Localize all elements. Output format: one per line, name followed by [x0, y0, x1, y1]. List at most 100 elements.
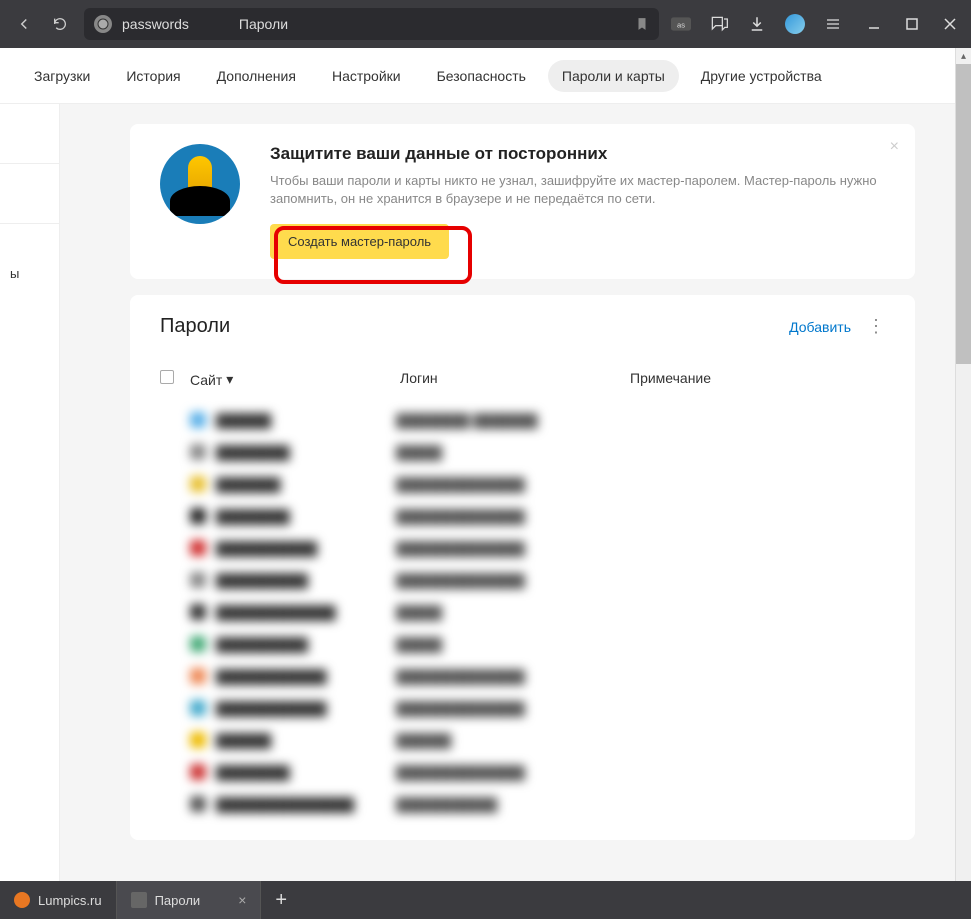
passwords-columns-header: Сайт ▾ Логин Примечание [160, 362, 885, 404]
site-favicon-icon [190, 444, 206, 460]
browser-toolbar: passwords Пароли as [0, 0, 971, 48]
row-site: ████████ [216, 765, 396, 780]
row-site: ██████████ [216, 637, 396, 652]
feedback-icon[interactable] [709, 14, 729, 34]
address-bar[interactable]: passwords Пароли [84, 8, 659, 40]
row-login: ████████ ███████ [396, 413, 626, 428]
row-login: ██████████████ [396, 477, 626, 492]
tab-close-icon[interactable]: × [238, 892, 246, 908]
minimize-button[interactable] [865, 18, 883, 30]
tab-label: Пароли [155, 893, 201, 908]
address-page-title: Пароли [239, 16, 288, 32]
password-row[interactable]: ████████ █████ [160, 436, 885, 468]
password-row[interactable]: ██████ ██████ [160, 724, 885, 756]
site-favicon-icon [190, 764, 206, 780]
svg-text:as: as [677, 20, 685, 29]
site-favicon-icon [190, 540, 206, 556]
tab-label: Lumpics.ru [38, 893, 102, 908]
row-login: ██████████████ [396, 509, 626, 524]
row-login: █████ [396, 637, 626, 652]
row-site: ███████████ [216, 541, 396, 556]
site-favicon-icon [190, 636, 206, 652]
master-password-promo: Защитите ваши данные от посторонних Чтоб… [130, 124, 915, 279]
create-master-password-button[interactable]: Создать мастер-пароль [270, 224, 449, 259]
nav-tab[interactable]: Дополнения [203, 60, 310, 92]
column-site-label: Сайт [190, 372, 222, 388]
row-site: ██████ [216, 413, 396, 428]
browser-tab-passwords[interactable]: Пароли × [117, 881, 262, 919]
promo-title: Защитите ваши данные от посторонних [270, 144, 885, 164]
password-row[interactable]: ███████ ██████████████ [160, 468, 885, 500]
menu-icon[interactable] [823, 14, 843, 34]
sidebar-item[interactable] [0, 104, 59, 164]
row-login: ██████████████ [396, 669, 626, 684]
password-row[interactable]: ██████ ████████ ███████ [160, 404, 885, 436]
row-login: █████ [396, 605, 626, 620]
password-row[interactable]: ████████████ ██████████████ [160, 692, 885, 724]
row-site: █████████████ [216, 605, 396, 620]
row-login: ███████████ [396, 797, 626, 812]
site-favicon-icon [190, 476, 206, 492]
promo-illustration-icon [160, 144, 240, 224]
row-login: ██████████████ [396, 573, 626, 588]
address-text: passwords [122, 16, 189, 32]
toolbar-icons: as [671, 14, 843, 34]
passwords-title: Пароли [160, 315, 789, 338]
column-site[interactable]: Сайт ▾ [190, 370, 400, 389]
promo-close-icon[interactable]: × [890, 138, 899, 156]
password-row[interactable]: ███████████ ██████████████ [160, 532, 885, 564]
scrollbar-thumb[interactable] [956, 64, 971, 364]
lastfm-icon[interactable]: as [671, 14, 691, 34]
site-favicon-icon [190, 572, 206, 588]
password-row[interactable]: ████████████ ██████████████ [160, 660, 885, 692]
row-site: ████████████ [216, 669, 396, 684]
column-login[interactable]: Логин [400, 370, 630, 389]
download-icon[interactable] [747, 14, 767, 34]
vertical-scrollbar[interactable]: ▴ [955, 48, 971, 881]
maximize-button[interactable] [903, 18, 921, 30]
sidebar-item[interactable] [0, 164, 59, 224]
passwords-rows: ██████ ████████ ███████ ████████ █████ █… [160, 404, 885, 820]
scroll-up-icon[interactable]: ▴ [956, 48, 971, 64]
add-password-button[interactable]: Добавить [789, 319, 851, 335]
nav-tab[interactable]: Безопасность [423, 60, 540, 92]
select-all-checkbox[interactable] [160, 370, 174, 384]
reload-button[interactable] [48, 12, 72, 36]
password-row[interactable]: ████████ ██████████████ [160, 500, 885, 532]
favicon-icon [131, 892, 147, 908]
close-button[interactable] [941, 18, 959, 30]
sidebar-item-partial[interactable]: ы [0, 254, 59, 293]
settings-nav-tabs: ЗагрузкиИстория ДополненияНастройкиБезопа… [0, 48, 955, 104]
nav-tab[interactable]: Загрузки [20, 60, 104, 92]
new-tab-button[interactable]: + [261, 889, 301, 912]
row-login: ██████████████ [396, 541, 626, 556]
nav-tab[interactable]: Пароли и карты [548, 60, 679, 92]
browser-tab-lumpics[interactable]: Lumpics.ru [0, 881, 117, 919]
bookmark-icon[interactable] [635, 16, 649, 32]
password-row[interactable]: ████████ ██████████████ [160, 756, 885, 788]
chevron-down-icon: ▾ [226, 371, 233, 388]
content-area: ЗагрузкиИстория ДополненияНастройкиБезопа… [0, 48, 955, 881]
row-site: ████████ [216, 509, 396, 524]
password-row[interactable]: ███████████████ ███████████ [160, 788, 885, 820]
back-button[interactable] [12, 12, 36, 36]
password-row[interactable]: ██████████ █████ [160, 628, 885, 660]
sidebar-item[interactable] [0, 224, 59, 254]
row-site: ████████████ [216, 701, 396, 716]
nav-tab[interactable]: Другие устройства [687, 60, 836, 92]
more-options-icon[interactable]: ⋮ [867, 316, 885, 337]
row-login: ██████ [396, 733, 626, 748]
site-favicon-icon [190, 508, 206, 524]
sidebar: ы [0, 104, 60, 881]
row-site: ██████ [216, 733, 396, 748]
column-note[interactable]: Примечание [630, 370, 885, 389]
nav-tab[interactable]: История [112, 60, 194, 92]
weather-icon[interactable] [785, 14, 805, 34]
site-favicon-icon [190, 732, 206, 748]
nav-tab[interactable]: Настройки [318, 60, 415, 92]
password-row[interactable]: █████████████ █████ [160, 596, 885, 628]
password-row[interactable]: ██████████ ██████████████ [160, 564, 885, 596]
row-site: ██████████ [216, 573, 396, 588]
tab-bar: Lumpics.ru Пароли × + [0, 881, 971, 919]
window-controls [865, 18, 959, 30]
